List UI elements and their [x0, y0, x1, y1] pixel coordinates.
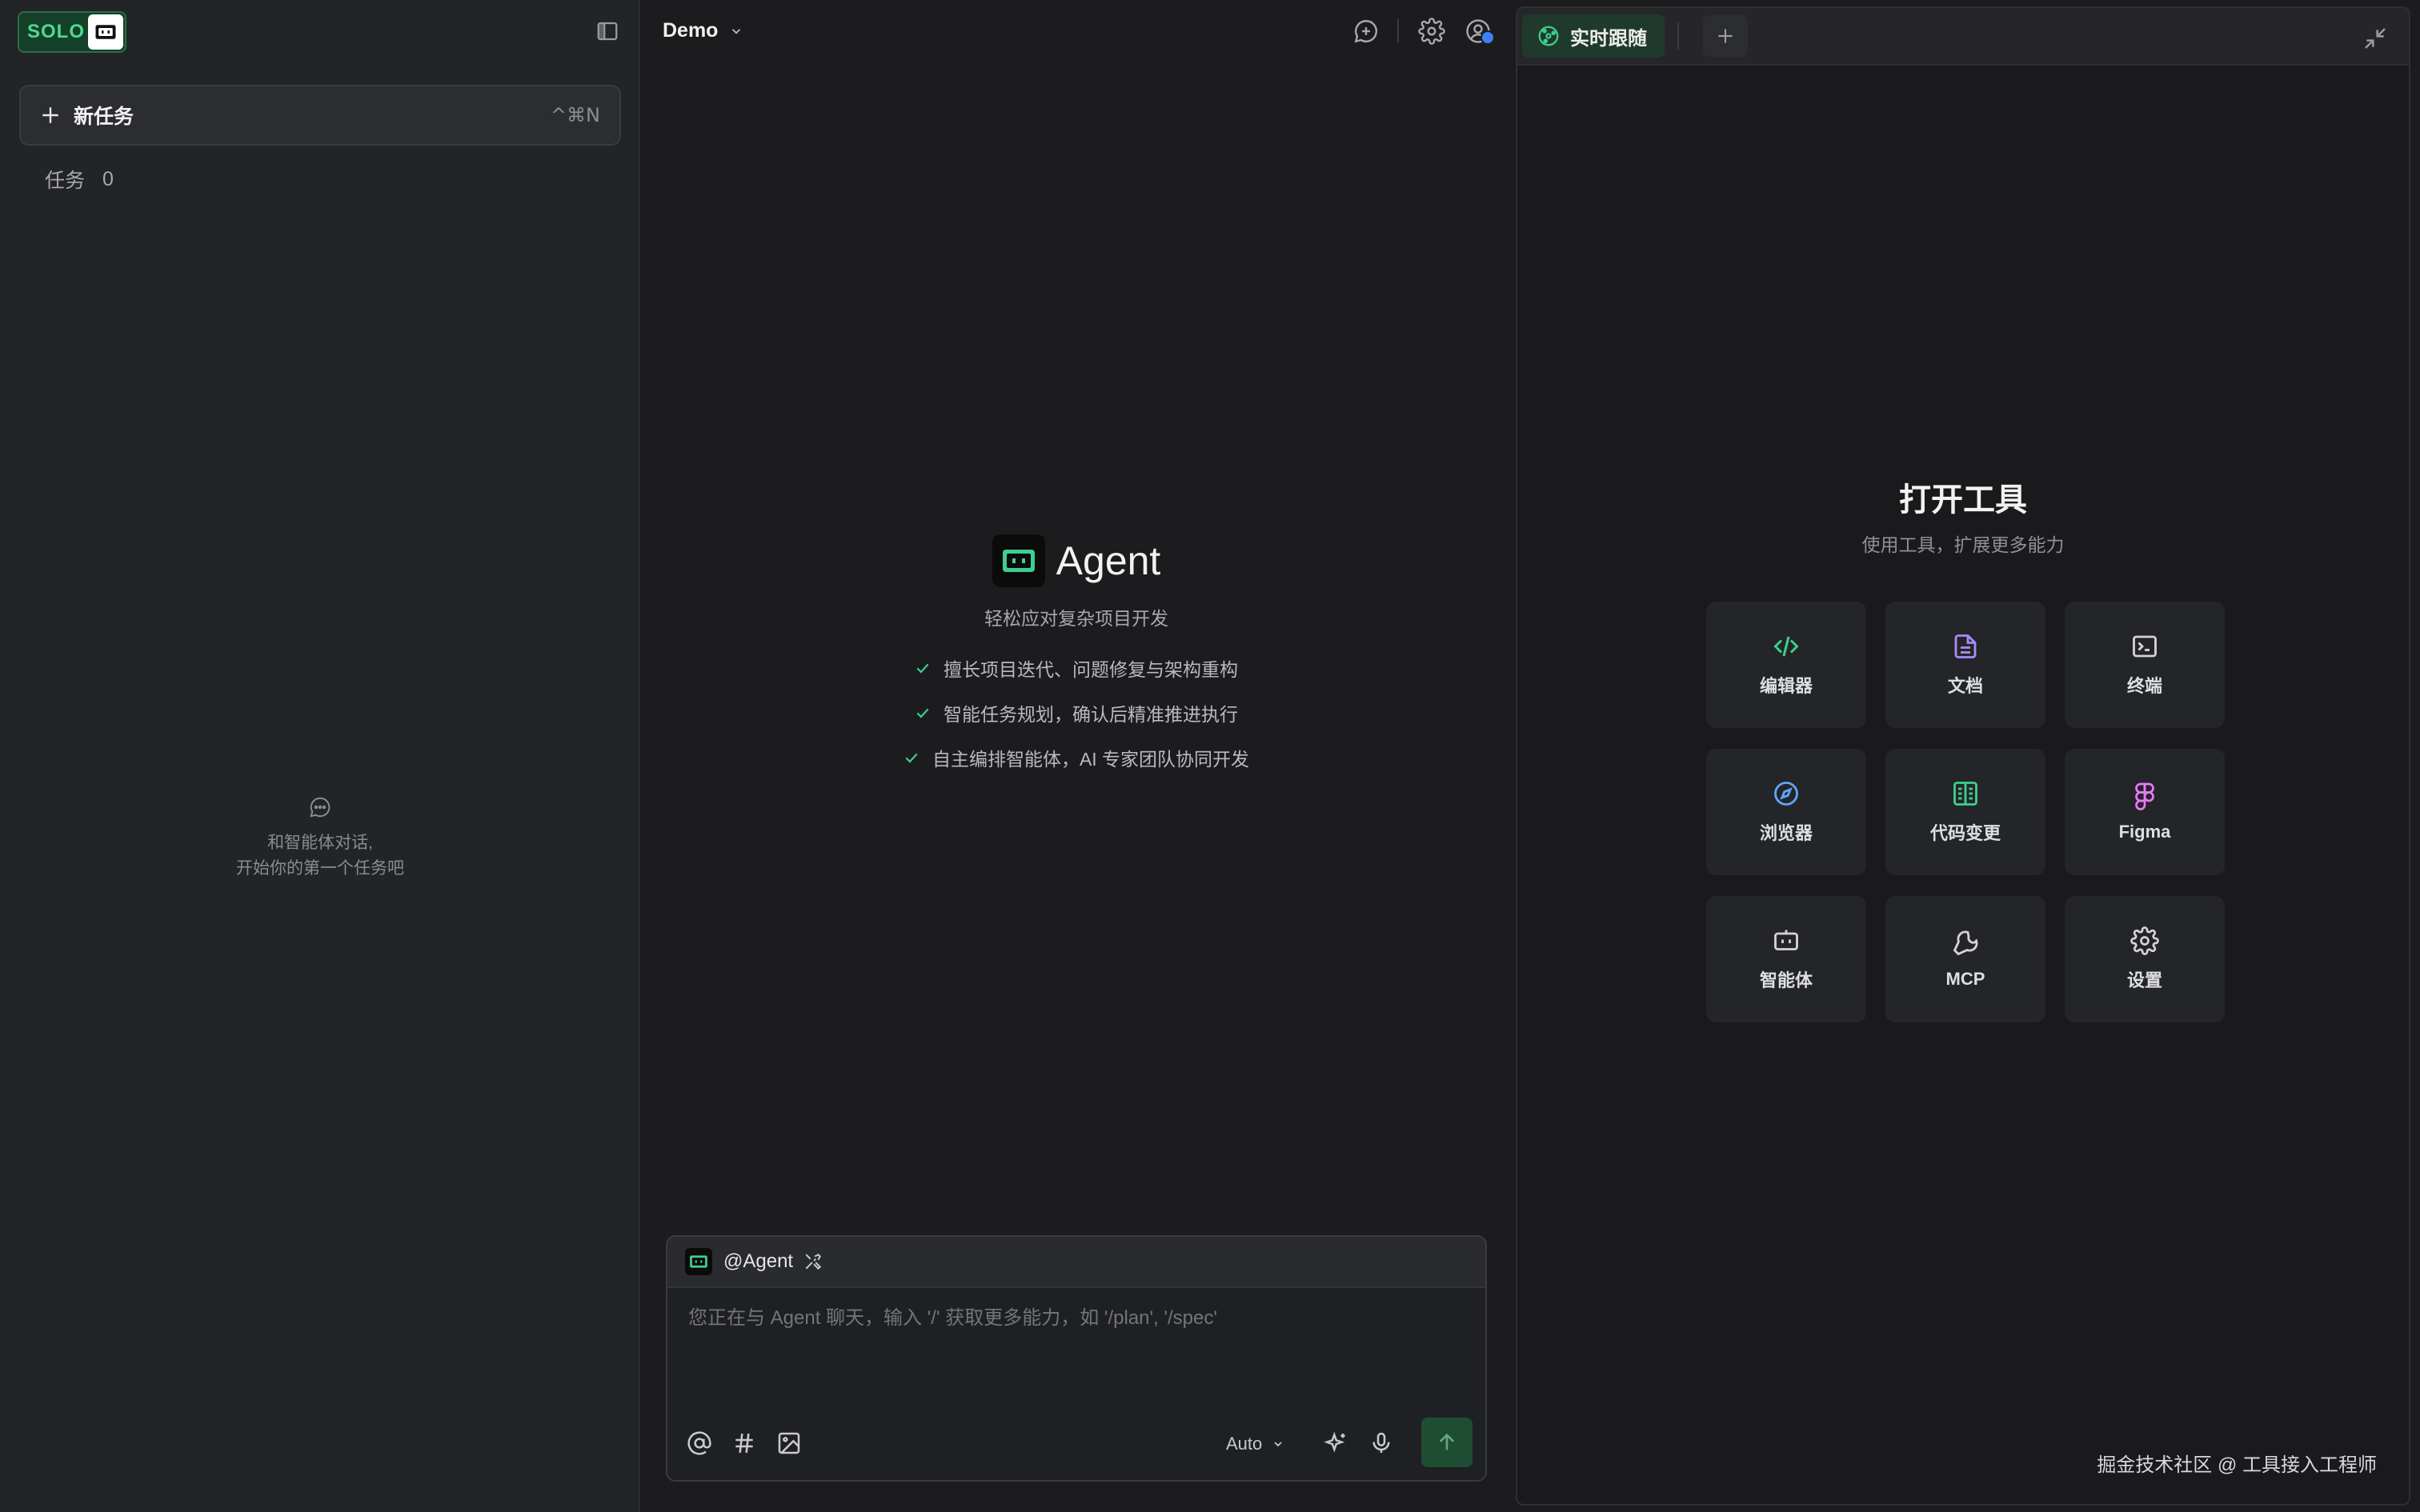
terminal-icon	[2130, 632, 2159, 661]
check-icon	[915, 705, 931, 721]
composer-header: @Agent	[667, 1237, 1485, 1288]
document-icon	[1951, 632, 1980, 661]
new-task-button[interactable]: 新任务 ^⌘N	[19, 85, 621, 146]
tool-terminal[interactable]: 终端	[2065, 602, 2225, 728]
new-task-shortcut: ^⌘N	[550, 104, 600, 126]
new-task-label: 新任务	[74, 106, 134, 128]
main-area: Demo Agent 轻松应对复杂项目开发 擅长项目迭代、问题修复与架构重构 智…	[640, 0, 1512, 1512]
tool-settings[interactable]: 设置	[2065, 896, 2225, 1022]
feature-item: 擅长项目迭代、问题修复与架构重构	[915, 654, 1238, 682]
feature-item: 智能任务规划，确认后精准推进执行	[915, 699, 1238, 726]
tab-live-follow[interactable]: 实时跟随	[1522, 14, 1665, 58]
send-button[interactable]	[1421, 1418, 1472, 1467]
model-mode-value: Auto	[1226, 1434, 1263, 1454]
feature-text: 擅长项目迭代、问题修复与架构重构	[944, 659, 1238, 680]
toolbar-divider	[1397, 19, 1399, 43]
feature-list: 擅长项目迭代、问题修复与架构重构 智能任务规划，确认后精准推进执行 自主编排智能…	[640, 654, 1512, 771]
hero-agent-name: Agent	[1056, 538, 1161, 583]
feature-text: 自主编排智能体，AI 专家团队协同开发	[932, 749, 1250, 770]
sidebar-toggle-icon[interactable]	[595, 19, 619, 43]
tool-label: Figma	[2118, 822, 2171, 842]
composer-toolbar: Auto	[667, 1406, 1485, 1480]
tool-label: 设置	[2126, 970, 2162, 990]
tool-grid: 编辑器 文档 终端 浏览器 代码变更 Figma 智能体 MCP 设置	[1706, 602, 2225, 1022]
solo-logo[interactable]: SOLO	[18, 11, 126, 53]
settings-gear-icon[interactable]	[1418, 18, 1445, 45]
tool-label: 文档	[1947, 676, 1983, 696]
agent-badge-icon	[88, 14, 123, 50]
tasks-label: 任务	[45, 170, 86, 192]
tool-label: 终端	[2126, 676, 2162, 696]
feature-text: 智能任务规划，确认后精准推进执行	[944, 704, 1238, 725]
hashtag-icon[interactable]	[731, 1430, 757, 1456]
sidebar: SOLO 新任务 ^⌘N 任务 0 和智能体对话, 开始你的第一个任务吧	[0, 0, 640, 1512]
arrow-up-icon	[1436, 1431, 1458, 1454]
chat-composer: @Agent Auto	[666, 1235, 1487, 1482]
panel-body: 打开工具 使用工具，扩展更多能力 编辑器 文档 终端 浏览器 代码变更 Figm…	[1517, 66, 2409, 1504]
plus-icon	[40, 105, 61, 126]
compass-icon	[1772, 779, 1801, 808]
tool-figma[interactable]: Figma	[2065, 749, 2225, 875]
agent-logo-icon	[992, 534, 1045, 587]
agent-icon	[1772, 926, 1801, 955]
sparkle-enhance-icon[interactable]	[1324, 1430, 1349, 1456]
tool-editor[interactable]: 编辑器	[1706, 602, 1866, 728]
tool-label: 代码变更	[1929, 823, 2001, 843]
tab-divider	[1677, 22, 1679, 50]
agent-hero: Agent 轻松应对复杂项目开发 擅长项目迭代、问题修复与架构重构 智能任务规划…	[640, 534, 1512, 771]
diff-icon	[1951, 779, 1980, 808]
wrench-icon	[1951, 929, 1980, 958]
microphone-icon[interactable]	[1368, 1430, 1394, 1456]
tool-label: 智能体	[1759, 970, 1813, 990]
chat-bubble-icon	[308, 795, 332, 819]
tool-browser[interactable]: 浏览器	[1706, 749, 1866, 875]
tool-mcp[interactable]: MCP	[1885, 896, 2045, 1022]
code-icon	[1772, 632, 1801, 661]
check-icon	[903, 750, 920, 766]
tool-agents[interactable]: 智能体	[1706, 896, 1866, 1022]
chat-input[interactable]	[667, 1307, 1485, 1330]
panel-tab-bar: 实时跟随	[1517, 8, 2409, 66]
tasks-header[interactable]: 任务 0	[45, 165, 114, 194]
chevron-down-icon	[729, 24, 743, 38]
tools-panel: 实时跟随 打开工具 使用工具，扩展更多能力 编辑器 文档 终端 浏览器 代码变更…	[1516, 6, 2410, 1506]
chevron-down-icon	[1272, 1438, 1284, 1450]
model-mode-select[interactable]: Auto	[1226, 1434, 1284, 1454]
gear-icon	[2130, 926, 2159, 955]
empty-state: 和智能体对话, 开始你的第一个任务吧	[0, 795, 640, 882]
image-upload-icon[interactable]	[776, 1430, 802, 1456]
tool-label: 浏览器	[1759, 823, 1813, 843]
account-status-badge	[1480, 30, 1495, 45]
add-tab-button[interactable]	[1703, 15, 1748, 57]
logo-text: SOLO	[27, 21, 86, 42]
tool-label: MCP	[1945, 969, 1985, 989]
new-chat-icon[interactable]	[1352, 18, 1380, 45]
hero-subtitle: 轻松应对复杂项目开发	[984, 608, 1168, 629]
radar-icon	[1537, 24, 1561, 48]
empty-state-line1: 和智能体对话,	[267, 834, 373, 852]
watermark-text: 掘金技术社区 @ 工具接入工程师	[2097, 1454, 2377, 1476]
project-selector[interactable]: Demo	[663, 19, 743, 42]
agent-mention[interactable]: @Agent	[723, 1250, 793, 1273]
check-icon	[915, 660, 931, 676]
feature-item: 自主编排智能体，AI 专家团队协同开发	[903, 744, 1249, 771]
tools-subtitle: 使用工具，扩展更多能力	[1861, 534, 2065, 555]
tasks-count: 0	[102, 167, 114, 190]
tool-docs[interactable]: 文档	[1885, 602, 2045, 728]
figma-icon	[2130, 782, 2159, 810]
tool-code-changes[interactable]: 代码变更	[1885, 749, 2045, 875]
plus-icon	[1715, 26, 1736, 46]
at-mention-icon[interactable]	[687, 1430, 712, 1456]
collapse-panel-icon[interactable]	[2362, 26, 2388, 51]
tools-icon[interactable]	[803, 1251, 823, 1272]
project-title: Demo	[663, 19, 719, 42]
tab-live-label: 实时跟随	[1570, 27, 1647, 50]
hero-title-row: Agent	[640, 534, 1512, 587]
empty-state-line2: 开始你的第一个任务吧	[236, 859, 404, 878]
tools-title: 打开工具	[1899, 482, 2027, 518]
agent-mini-logo-icon	[685, 1248, 712, 1275]
tool-label: 编辑器	[1759, 676, 1813, 696]
